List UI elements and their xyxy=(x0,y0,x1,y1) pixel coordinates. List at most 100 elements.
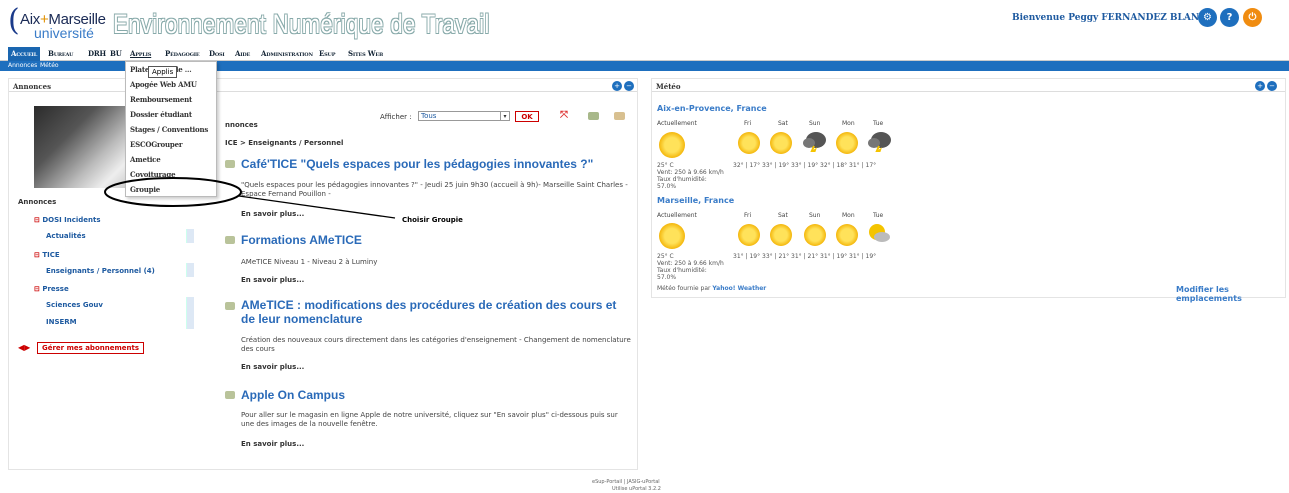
sidebar-item-enseignants[interactable]: Enseignants / Personnel (4) xyxy=(46,267,155,275)
expand-icon[interactable]: + xyxy=(612,81,622,91)
tab-administration[interactable]: Administration xyxy=(258,47,316,61)
sun-icon xyxy=(738,224,760,246)
settings-icon[interactable]: ⚙ xyxy=(1198,8,1217,27)
tab-accueil[interactable]: Accueil xyxy=(8,47,41,61)
humidity-label: Taux d'humidité: xyxy=(657,176,707,183)
sidebar-group-tice[interactable]: ⊟ TICE xyxy=(34,251,60,259)
tab-applis[interactable]: Applis xyxy=(127,47,154,61)
sidebar-item-inserm[interactable]: INSERM xyxy=(46,318,77,326)
highlight-ellipse xyxy=(104,177,242,207)
logout-icon[interactable]: ⏻ xyxy=(1243,8,1262,27)
day-label: Fri xyxy=(744,212,752,219)
afficher-select-value: Tous xyxy=(421,112,437,120)
annonces-panel-header: Annonces xyxy=(9,81,637,92)
sidebar-group-label: Presse xyxy=(42,285,69,293)
tab-bureau[interactable]: Bureau xyxy=(45,47,76,61)
humidity-value: 57.0% xyxy=(657,183,677,190)
afficher-label: Afficher : xyxy=(380,113,412,121)
wind-text: Vent: 250 à 9.66 km/h xyxy=(657,260,724,267)
menu-item-stages[interactable]: Stages / Conventions xyxy=(126,122,216,137)
subnav-annonces[interactable]: Annonces xyxy=(8,61,37,71)
sun-icon xyxy=(836,132,858,154)
tab-dosi[interactable]: Dosi xyxy=(206,47,228,61)
current-label: Actuellement xyxy=(657,120,697,127)
tab-pedagogie[interactable]: Pédagogie xyxy=(162,47,203,61)
menu-item-dossier-etudiant[interactable]: Dossier étudiant xyxy=(126,107,216,122)
annotation-label: Choisir Groupie xyxy=(402,216,463,224)
sidebar-group-label: TICE xyxy=(42,251,60,259)
logo-line2: université xyxy=(34,25,94,41)
footer-line1[interactable]: eSup-Portail | JASIG-uPortal xyxy=(592,479,660,485)
tab-sites-web[interactable]: Sites Web xyxy=(345,47,386,61)
expand-icon[interactable]: + xyxy=(1255,81,1265,91)
tab-bu[interactable]: BU xyxy=(107,47,125,61)
current-label: Actuellement xyxy=(657,212,697,219)
breadcrumb: ICE > Enseignants / Personnel xyxy=(225,139,344,147)
thunderstorm-icon xyxy=(868,132,891,152)
tab-drh[interactable]: DRH xyxy=(85,47,109,61)
site-title: Environnement Numérique de Travail xyxy=(113,9,490,39)
current-temp: 25° C xyxy=(657,162,674,169)
collapse-icon[interactable]: ⊟ xyxy=(34,285,40,293)
modify-locations-link[interactable]: Modifier les emplacements xyxy=(1176,285,1289,303)
chevron-down-icon[interactable]: ▾ xyxy=(500,112,509,120)
article-text: AMeTICE Niveau 1 - Niveau 2 à Luminy xyxy=(241,258,378,266)
day-label: Tue xyxy=(873,212,884,219)
humidity-value: 57.0% xyxy=(657,274,677,281)
ok-button[interactable]: OK xyxy=(515,111,539,122)
sidebar-item-sciences-gouv[interactable]: Sciences Gouv xyxy=(46,301,103,309)
city-name[interactable]: Aix-en-Provence, France xyxy=(657,104,767,113)
minimize-icon[interactable]: − xyxy=(624,81,634,91)
thunderstorm-icon xyxy=(803,132,826,152)
wind-text: Vent: 250 à 9.66 km/h xyxy=(657,169,724,176)
sidebar-title: Annonces xyxy=(18,198,57,206)
article-icon xyxy=(225,391,235,399)
tab-esup[interactable]: Esup xyxy=(316,47,338,61)
logo-bracket: ( xyxy=(8,3,20,38)
sun-icon xyxy=(770,224,792,246)
read-more-link[interactable]: En savoir plus... xyxy=(241,276,304,284)
menu-item-ametice[interactable]: Ametice xyxy=(126,152,216,167)
collapse-icon[interactable]: ⊟ xyxy=(34,251,40,259)
article-title[interactable]: Apple On Campus xyxy=(241,388,345,402)
day-label: Fri xyxy=(744,120,752,127)
provider-link[interactable]: Yahoo! Weather xyxy=(712,285,766,292)
edit-icon[interactable] xyxy=(614,112,625,120)
arrows-icon[interactable]: ◀▶ xyxy=(18,343,30,352)
sidebar-group-dosi[interactable]: ⊟ DOSI Incidents xyxy=(34,216,101,224)
menu-item-apogee[interactable]: Apogée Web AMU xyxy=(126,77,216,92)
welcome-text: Bienvenue Peggy FERNANDEZ BLANCO. xyxy=(1012,13,1217,23)
sun-icon xyxy=(836,224,858,246)
read-more-link[interactable]: En savoir plus... xyxy=(241,440,304,448)
article-title[interactable]: Formations AMeTICE xyxy=(241,233,362,247)
subnav-meteo[interactable]: Météo xyxy=(40,61,59,71)
article-title[interactable]: Café'TICE "Quels espaces pour les pédago… xyxy=(241,157,593,171)
collapse-icon[interactable]: ⊟ xyxy=(34,216,40,224)
article-title[interactable]: AMeTICE : modifications des procédures d… xyxy=(241,298,631,326)
provider-text: Météo fournie par Yahoo! Weather xyxy=(657,285,767,292)
menu-item-remboursement[interactable]: Remboursement xyxy=(126,92,216,107)
read-more-link[interactable]: En savoir plus... xyxy=(241,363,304,371)
minimize-icon[interactable]: − xyxy=(1267,81,1277,91)
city-name[interactable]: Marseille, France xyxy=(657,196,734,205)
forecast-temps: 31° | 19° 33° | 21° 31° | 21° 31° | 19° … xyxy=(733,253,877,260)
main-nav: Accueil Bureau DRH BU Applis Pédagogie D… xyxy=(0,47,1289,61)
university-logo[interactable]: ( Aix+Marseille université xyxy=(8,4,108,42)
sidebar-item-actualites[interactable]: Actualités xyxy=(46,232,86,240)
article-text: Pour aller sur le magasin en ligne Apple… xyxy=(241,411,618,428)
help-icon[interactable]: ? xyxy=(1220,8,1239,27)
footer-line2: Utilise uPortal 3.2.2 xyxy=(612,486,661,492)
day-label: Mon xyxy=(842,120,855,127)
sidebar-group-presse[interactable]: ⊟ Presse xyxy=(34,285,69,293)
afficher-select[interactable]: Tous ▾ xyxy=(418,111,510,121)
fullscreen-icon[interactable]: ⤧ xyxy=(560,111,570,121)
manage-subscriptions-button[interactable]: Gérer mes abonnements xyxy=(37,342,144,354)
sun-icon xyxy=(804,224,826,246)
tab-aide[interactable]: Aide xyxy=(232,47,253,61)
day-label: Tue xyxy=(873,120,884,127)
day-label: Mon xyxy=(842,212,855,219)
applis-tooltip: Applis xyxy=(148,66,178,78)
humidity-label: Taux d'humidité: xyxy=(657,267,707,274)
rss-icon[interactable] xyxy=(588,112,599,120)
menu-item-escogrouper[interactable]: ESCOGrouper xyxy=(126,137,216,152)
